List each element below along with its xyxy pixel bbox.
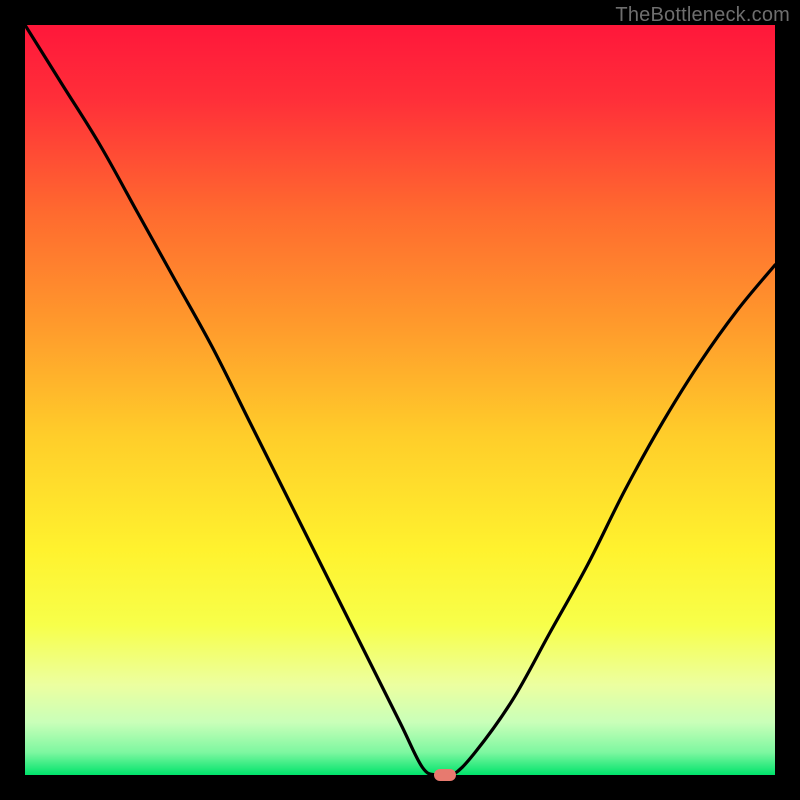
plot-area [25,25,775,775]
watermark-text: TheBottleneck.com [615,4,790,27]
min-point-marker [434,769,456,781]
chart-frame: TheBottleneck.com [0,0,800,800]
bottleneck-curve [25,25,775,775]
